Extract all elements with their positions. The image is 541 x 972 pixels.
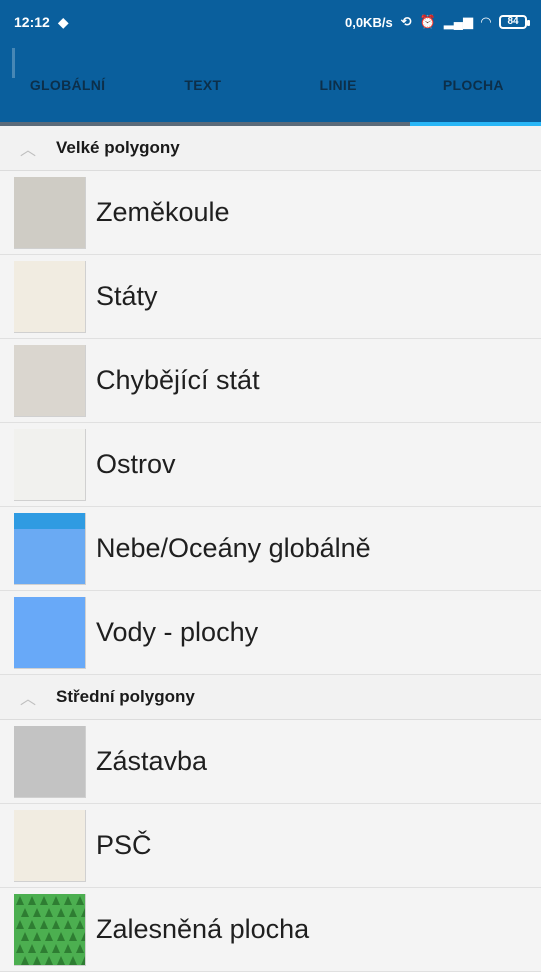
item-label: Zalesněná plocha xyxy=(96,914,310,944)
color-swatch xyxy=(14,260,86,333)
tree-icon xyxy=(76,943,84,953)
tree-icon xyxy=(21,931,29,941)
tree-icon xyxy=(81,907,85,917)
item-label: Vody - plochy xyxy=(96,617,259,647)
tree-icon xyxy=(52,895,60,905)
list-item[interactable]: Zalesněná plocha xyxy=(0,888,541,972)
item-label: Zeměkoule xyxy=(96,197,230,227)
tree-icon xyxy=(81,931,85,941)
tree-icon xyxy=(81,955,85,965)
forest-pattern-swatch xyxy=(14,893,86,966)
vibrate-icon: ⟲ xyxy=(400,14,412,29)
network-speed: 0,0KB/s xyxy=(344,14,393,30)
tree-icon xyxy=(45,955,53,965)
signal-icon: ▂▄▆ xyxy=(443,14,473,29)
color-swatch xyxy=(14,428,86,501)
item-label: Nebe/Oceány globálně xyxy=(96,533,371,563)
tree-icon xyxy=(76,919,84,929)
tree-icon xyxy=(64,919,72,929)
tree-icon xyxy=(28,943,36,953)
battery-icon: 84 xyxy=(499,15,530,29)
chevron-up-icon[interactable]: ︿ xyxy=(0,136,56,160)
item-label: Státy xyxy=(96,281,158,311)
tree-icon xyxy=(57,931,65,941)
tree-icon xyxy=(64,895,72,905)
color-swatch xyxy=(14,725,86,798)
section-title: Střední polygony xyxy=(56,687,195,706)
tree-icon xyxy=(52,943,60,953)
tab-bar: GLOBÁLNÍ TEXT LINIE PLOCHA xyxy=(0,44,541,126)
section-header-velke-polygony[interactable]: ︿ Velké polygony xyxy=(0,126,541,171)
item-label: Ostrov xyxy=(96,449,176,479)
tree-icon xyxy=(45,931,53,941)
clock: 12:12 xyxy=(14,14,50,30)
tree-icon xyxy=(33,955,41,965)
tree-icon xyxy=(69,955,77,965)
item-label: PSČ xyxy=(96,830,152,860)
chevron-up-icon[interactable]: ︿ xyxy=(0,685,56,709)
color-swatch xyxy=(14,809,86,882)
tree-icon xyxy=(16,943,24,953)
list-item[interactable]: Ostrov xyxy=(0,423,541,507)
list-item[interactable]: PSČ xyxy=(0,804,541,888)
alarm-icon: ⏰ xyxy=(419,14,436,29)
battery-level: 84 xyxy=(507,16,519,27)
swatch-band xyxy=(14,512,85,529)
tree-icon xyxy=(76,895,84,905)
tree-icon xyxy=(21,955,29,965)
tree-icon xyxy=(45,907,53,917)
tree-icon xyxy=(40,919,48,929)
tree-icon xyxy=(16,919,24,929)
tree-icon xyxy=(64,943,72,953)
polygon-list: ︿ Velké polygony Zeměkoule Státy Chybějí… xyxy=(0,126,541,972)
item-label: Chybějící stát xyxy=(96,365,260,395)
tab-linie[interactable]: LINIE xyxy=(271,44,406,126)
status-bar: 12:12 ◆ 0,0KB/s ⟲ ⏰ ▂▄▆ ◠ 84 xyxy=(0,0,541,44)
notification-icon: ◆ xyxy=(57,13,69,30)
tree-icon xyxy=(33,907,41,917)
tree-icon xyxy=(57,955,65,965)
tree-icon xyxy=(52,919,60,929)
tab-text[interactable]: TEXT xyxy=(135,44,270,126)
tree-icon xyxy=(21,907,29,917)
list-item[interactable]: Státy xyxy=(0,255,541,339)
color-swatch xyxy=(14,176,86,249)
color-swatch xyxy=(14,512,86,585)
color-swatch xyxy=(14,596,86,669)
list-item[interactable]: Vody - plochy xyxy=(0,591,541,675)
list-item[interactable]: Chybějící stát xyxy=(0,339,541,423)
tree-icon xyxy=(40,943,48,953)
tree-icon xyxy=(28,919,36,929)
section-header-stredni-polygony[interactable]: ︿ Střední polygony xyxy=(0,675,541,720)
tree-icon xyxy=(28,895,36,905)
tree-icon xyxy=(69,931,77,941)
tree-icon xyxy=(33,931,41,941)
tab-globalni[interactable]: GLOBÁLNÍ xyxy=(0,44,135,126)
color-swatch xyxy=(14,344,86,417)
item-label: Zástavba xyxy=(96,746,208,776)
wifi-icon: ◠ xyxy=(481,14,491,29)
list-item[interactable]: Zeměkoule xyxy=(0,171,541,255)
tree-icon xyxy=(69,907,77,917)
tree-icon xyxy=(57,907,65,917)
section-title: Velké polygony xyxy=(56,138,180,157)
list-item[interactable]: Zástavba xyxy=(0,720,541,804)
tree-icon xyxy=(16,895,24,905)
tree-icon xyxy=(40,895,48,905)
list-item[interactable]: Nebe/Oceány globálně xyxy=(0,507,541,591)
tab-plocha[interactable]: PLOCHA xyxy=(405,44,541,126)
